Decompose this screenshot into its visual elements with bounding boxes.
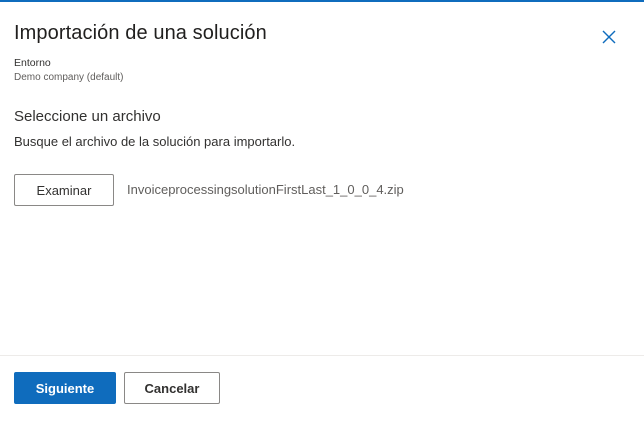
file-section-description: Busque el archivo de la solución para im… xyxy=(14,134,296,149)
selected-file-name: InvoiceprocessingsolutionFirstLast_1_0_0… xyxy=(127,182,404,197)
environment-value: Demo company (default) xyxy=(14,72,124,83)
import-solution-panel: Importación de una solución Entorno Demo… xyxy=(0,0,644,435)
browse-button[interactable]: Examinar xyxy=(14,174,114,206)
close-button[interactable] xyxy=(598,26,620,48)
next-button[interactable]: Siguiente xyxy=(14,372,116,404)
close-icon xyxy=(602,30,616,44)
cancel-button[interactable]: Cancelar xyxy=(124,372,220,404)
environment-label: Entorno xyxy=(14,57,51,69)
file-section-title: Seleccione un archivo xyxy=(14,108,161,125)
footer-divider xyxy=(0,355,644,356)
page-title: Importación de una solución xyxy=(14,22,267,44)
